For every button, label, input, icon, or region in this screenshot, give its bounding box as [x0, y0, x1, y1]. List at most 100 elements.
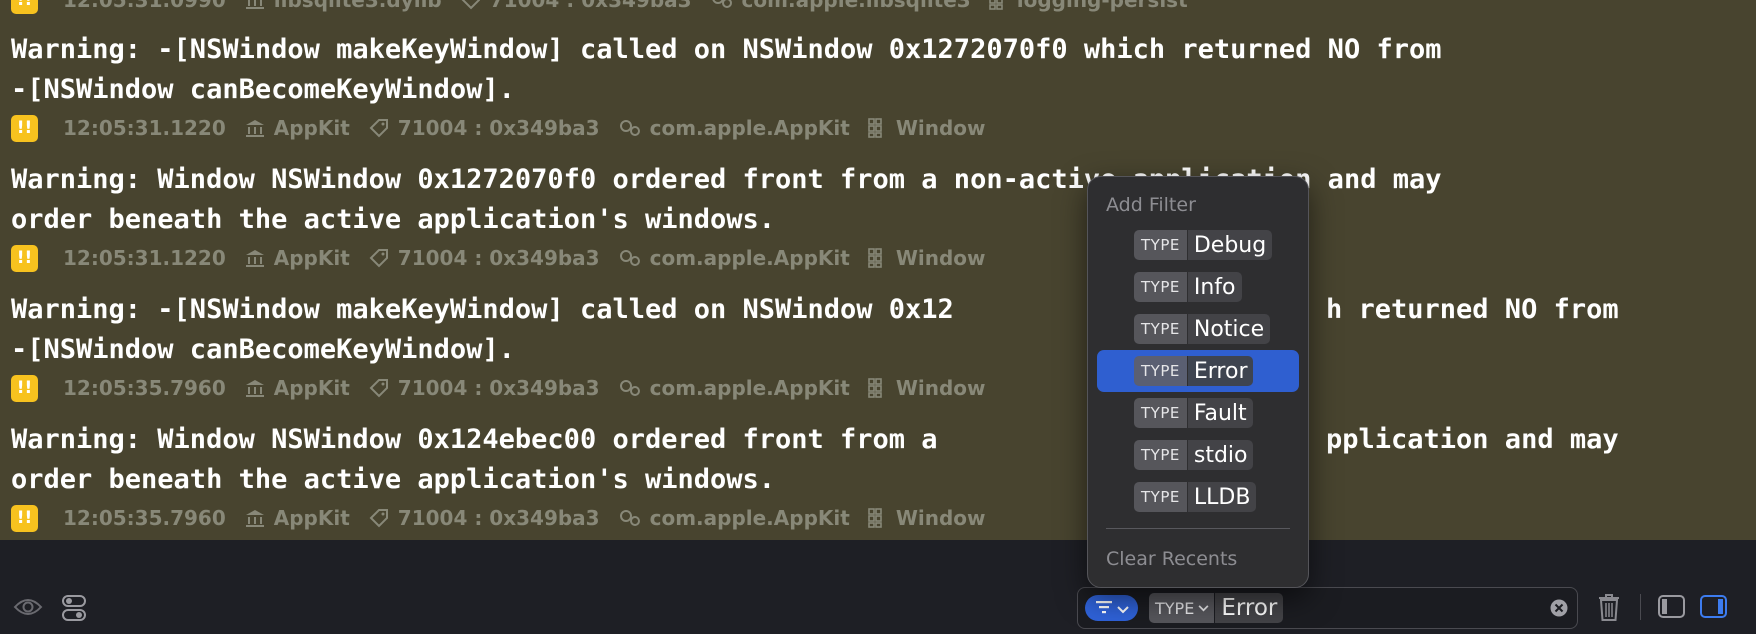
warning-badge: !! — [11, 504, 38, 532]
console-toolbar: TYPE Error — [0, 582, 1756, 634]
library-icon — [244, 248, 266, 268]
menu-item-notice[interactable]: TYPE Notice — [1097, 308, 1299, 350]
log-timestamp: 12:05:31.1220 — [63, 246, 226, 270]
token-value: stdio — [1186, 440, 1254, 470]
menu-item-lldb[interactable]: TYPE LLDB — [1097, 476, 1299, 518]
chevron-down-icon — [1198, 604, 1209, 611]
log-pid-tid: 71004 : 0x349ba3 — [489, 0, 692, 12]
menu-item-info[interactable]: TYPE Info — [1097, 266, 1299, 308]
filter-token: TYPE Fault — [1134, 398, 1253, 428]
log-pid-tid: 71004 : 0x349ba3 — [397, 506, 600, 530]
token-value: Info — [1186, 272, 1242, 302]
right-panel-icon[interactable] — [1700, 595, 1727, 622]
warning-badge: !! — [11, 244, 38, 272]
filter-token: TYPE Info — [1134, 272, 1242, 302]
filter-token[interactable]: TYPE Error — [1149, 593, 1284, 623]
token-type: TYPE — [1134, 356, 1187, 386]
log-subsystem: com.apple.AppKit — [649, 376, 850, 400]
log-pid-tid: 71004 : 0x349ba3 — [397, 116, 600, 140]
tag-icon — [368, 247, 390, 269]
log-meta: !! 12:05:35.7960 AppKit 71004 : 0x349ba3… — [11, 503, 1004, 533]
subsystem-icon — [618, 248, 642, 268]
token-value: Error — [1186, 356, 1254, 386]
subsystem-icon — [618, 118, 642, 138]
log-message-line2: order beneath the active application's w… — [11, 464, 776, 495]
eye-icon[interactable] — [13, 596, 43, 622]
menu-item-debug[interactable]: TYPE Debug — [1097, 224, 1299, 266]
token-value: Notice — [1186, 314, 1271, 344]
log-pid-tid: 71004 : 0x349ba3 — [397, 246, 600, 270]
library-icon — [244, 378, 266, 398]
token-type: TYPE — [1134, 272, 1187, 302]
log-category: Window — [895, 506, 986, 530]
log-library: AppKit — [273, 246, 350, 270]
library-icon — [244, 508, 266, 528]
log-message-line1: Warning: -[NSWindow makeKeyWindow] calle… — [11, 34, 1442, 65]
log-subsystem: com.apple.libsqlite3 — [741, 0, 971, 12]
filter-token: TYPE Debug — [1134, 230, 1273, 260]
library-icon — [244, 118, 266, 138]
library-icon — [244, 0, 266, 10]
warning-badge: !! — [11, 114, 38, 142]
toolbar-divider — [1640, 594, 1641, 620]
log-meta: !! 12:05:31.1220 AppKit 71004 : 0x349ba3… — [11, 113, 1004, 143]
filter-menu-button[interactable] — [1085, 595, 1138, 621]
log-category: Window — [895, 116, 986, 140]
toggle-options-icon[interactable] — [62, 594, 86, 626]
token-type: TYPE — [1134, 314, 1187, 344]
console-log: !! 12:05:31.0990 libsqlite3.dylib 71004 … — [0, 0, 1756, 540]
category-icon — [868, 508, 888, 528]
filter-icon — [1095, 599, 1113, 618]
filter-token: TYPE stdio — [1134, 440, 1254, 470]
trash-icon[interactable] — [1597, 592, 1621, 626]
menu-header: Add Filter — [1106, 194, 1196, 216]
filter-token-value[interactable]: Error — [1214, 593, 1284, 623]
log-timestamp: 12:05:31.1220 — [63, 116, 226, 140]
log-pid-tid: 71004 : 0x349ba3 — [397, 376, 600, 400]
log-message-line2: -[NSWindow canBecomeKeyWindow]. — [11, 334, 515, 365]
token-type: TYPE — [1134, 398, 1187, 428]
log-library: AppKit — [273, 506, 350, 530]
category-icon — [868, 378, 888, 398]
tag-icon — [460, 0, 482, 11]
tag-icon — [368, 377, 390, 399]
token-type: TYPE — [1134, 230, 1187, 260]
filter-field[interactable]: TYPE Error — [1077, 587, 1578, 629]
tag-icon — [368, 507, 390, 529]
category-icon — [868, 248, 888, 268]
menu-item-fault[interactable]: TYPE Fault — [1097, 392, 1299, 434]
filter-token: TYPE LLDB — [1134, 482, 1257, 512]
log-category: Window — [895, 376, 986, 400]
clear-filter-icon[interactable] — [1550, 599, 1568, 621]
log-message-line1-tail: h returned NO from — [1326, 294, 1619, 325]
log-message-line2: order beneath the active application's w… — [11, 204, 776, 235]
log-timestamp: 12:05:31.0990 — [63, 0, 226, 12]
tag-icon — [368, 117, 390, 139]
chevron-down-icon — [1116, 599, 1129, 618]
menu-item-error[interactable]: TYPE Error — [1097, 350, 1299, 392]
token-value: Fault — [1186, 398, 1253, 428]
log-library: AppKit — [273, 376, 350, 400]
token-type: TYPE — [1134, 482, 1187, 512]
menu-item-stdio[interactable]: TYPE stdio — [1097, 434, 1299, 476]
log-subsystem: com.apple.AppKit — [649, 506, 850, 530]
left-panel-icon[interactable] — [1658, 595, 1685, 622]
warning-badge: !! — [11, 0, 38, 14]
log-library: libsqlite3.dylib — [273, 0, 442, 12]
log-meta: !! 12:05:31.1220 AppKit 71004 : 0x349ba3… — [11, 243, 1004, 273]
warning-badge: !! — [11, 374, 38, 402]
add-filter-menu: Add Filter TYPE Debug TYPE Info TYPE Not… — [1087, 176, 1309, 588]
category-icon — [868, 118, 888, 138]
token-value: LLDB — [1186, 482, 1257, 512]
subsystem-icon — [618, 508, 642, 528]
clear-recents-item[interactable]: Clear Recents — [1106, 548, 1237, 570]
filter-token-type[interactable]: TYPE — [1149, 593, 1215, 623]
filter-token-type-label: TYPE — [1155, 598, 1195, 618]
log-meta-partial: !! 12:05:31.0990 libsqlite3.dylib 71004 … — [11, 0, 1206, 15]
log-message-line1-tail: pplication and may — [1326, 424, 1619, 455]
log-timestamp: 12:05:35.7960 — [63, 376, 226, 400]
menu-divider — [1106, 528, 1290, 529]
log-message-line1: Warning: Window NSWindow 0x1272070f0 ord… — [11, 164, 1442, 195]
log-category: Window — [895, 246, 986, 270]
log-subsystem: com.apple.AppKit — [649, 116, 850, 140]
